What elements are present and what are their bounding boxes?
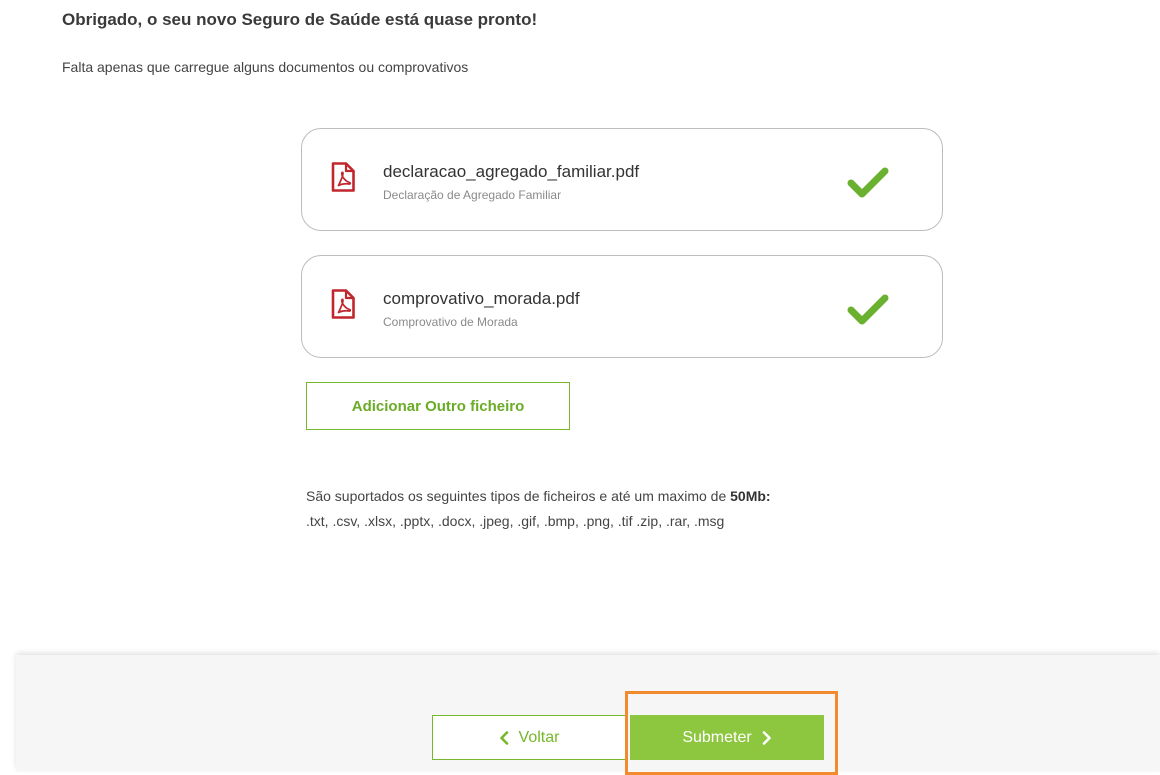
submit-button-label: Submeter bbox=[682, 728, 752, 746]
uploaded-file-card: declaracao_agregado_familiar.pdf Declara… bbox=[301, 128, 943, 231]
back-button[interactable]: Voltar bbox=[432, 715, 626, 760]
supported-files-line: São suportados os seguintes tipos de fic… bbox=[306, 484, 771, 509]
page-title: Obrigado, o seu novo Seguro de Saúde est… bbox=[62, 10, 538, 29]
file-name: declaracao_agregado_familiar.pdf bbox=[383, 162, 640, 181]
page-subtitle: Falta apenas que carregue alguns documen… bbox=[62, 59, 469, 75]
supported-files-info: São suportados os seguintes tipos de fic… bbox=[306, 484, 771, 534]
size-limit: 50Mb: bbox=[730, 488, 771, 504]
file-description: Comprovativo de Morada bbox=[383, 315, 518, 329]
uploaded-file-card: comprovativo_morada.pdf Comprovativo de … bbox=[301, 255, 943, 358]
check-icon bbox=[847, 293, 889, 327]
chevron-right-icon bbox=[762, 730, 772, 745]
file-description: Declaração de Agregado Familiar bbox=[383, 188, 562, 202]
pdf-icon bbox=[331, 162, 355, 192]
add-file-button[interactable]: Adicionar Outro ficheiro bbox=[306, 382, 570, 430]
supported-files-text: São suportados os seguintes tipos de fic… bbox=[306, 488, 731, 504]
chevron-left-icon bbox=[499, 730, 509, 745]
back-button-label: Voltar bbox=[518, 728, 560, 746]
file-types-list: .txt, .csv, .xlsx, .pptx, .docx, .jpeg, … bbox=[306, 513, 725, 529]
file-name: comprovativo_morada.pdf bbox=[383, 289, 580, 308]
check-icon bbox=[847, 166, 889, 200]
submit-button[interactable]: Submeter bbox=[630, 715, 824, 760]
pdf-icon bbox=[331, 289, 355, 319]
